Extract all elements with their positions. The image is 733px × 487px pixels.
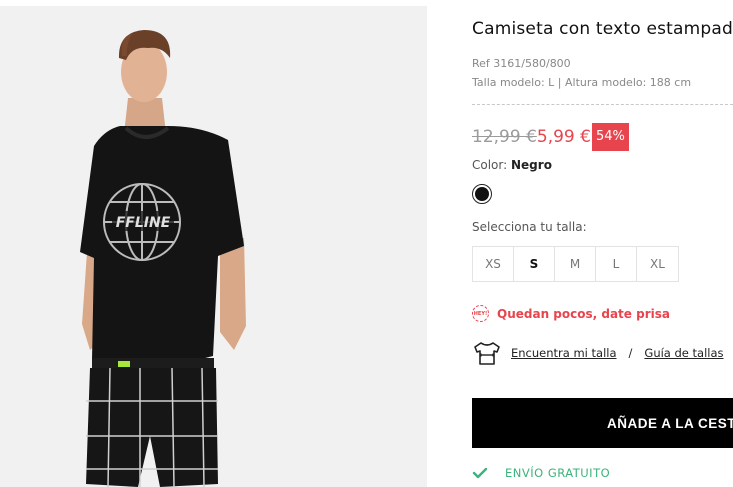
product-title: Camiseta con texto estampado	[472, 19, 733, 39]
tshirt-measure-icon	[474, 342, 500, 365]
size-select-label: Selecciona tu talla:	[472, 220, 587, 234]
size-option-xl[interactable]: XL	[637, 247, 678, 281]
size-option-xs[interactable]: XS	[473, 247, 514, 281]
svg-text:FFLINE: FFLINE	[116, 215, 171, 231]
product-reference: Ref 3161/580/800	[472, 57, 571, 70]
color-swatch-negro[interactable]	[472, 184, 492, 204]
divider	[472, 104, 733, 105]
size-selector: XS S M L XL	[472, 246, 679, 282]
check-icon	[472, 467, 488, 479]
add-to-cart-button[interactable]: AÑADE A LA CESTA	[472, 398, 733, 448]
free-shipping-notice: ENVÍO GRATUITO	[472, 466, 610, 480]
original-price: 12,99 €	[472, 127, 537, 147]
sale-price: 5,99 €	[536, 127, 591, 147]
free-shipping-text: ENVÍO GRATUITO	[505, 466, 611, 480]
size-option-l[interactable]: L	[596, 247, 637, 281]
color-value: Negro	[511, 158, 552, 172]
size-guide-link[interactable]: Guía de tallas	[644, 346, 723, 360]
link-separator: /	[628, 346, 633, 360]
low-stock-text: Quedan pocos, date prisa	[497, 306, 670, 321]
product-info-panel: Camiseta con texto estampado Ref 3161/58…	[472, 0, 733, 487]
size-option-s[interactable]: S	[514, 247, 555, 281]
model-size-info: Talla modelo: L | Altura modelo: 188 cm	[472, 76, 692, 89]
price-row: 12,99 € 5,99 € 54%	[472, 122, 629, 152]
hey-badge-icon: HEY!	[472, 305, 489, 322]
size-help-row: Encuentra mi talla / Guía de tallas	[472, 340, 724, 366]
product-image[interactable]: FFLINE	[0, 6, 427, 487]
color-label: Color:	[472, 158, 508, 172]
size-option-m[interactable]: M	[555, 247, 596, 281]
low-stock-notice: HEY! Quedan pocos, date prisa	[472, 305, 670, 322]
discount-badge: 54%	[591, 123, 629, 151]
color-info: Color: Negro	[472, 158, 552, 172]
model-photo: FFLINE	[0, 6, 427, 487]
find-my-size-link[interactable]: Encuentra mi talla	[511, 346, 617, 360]
